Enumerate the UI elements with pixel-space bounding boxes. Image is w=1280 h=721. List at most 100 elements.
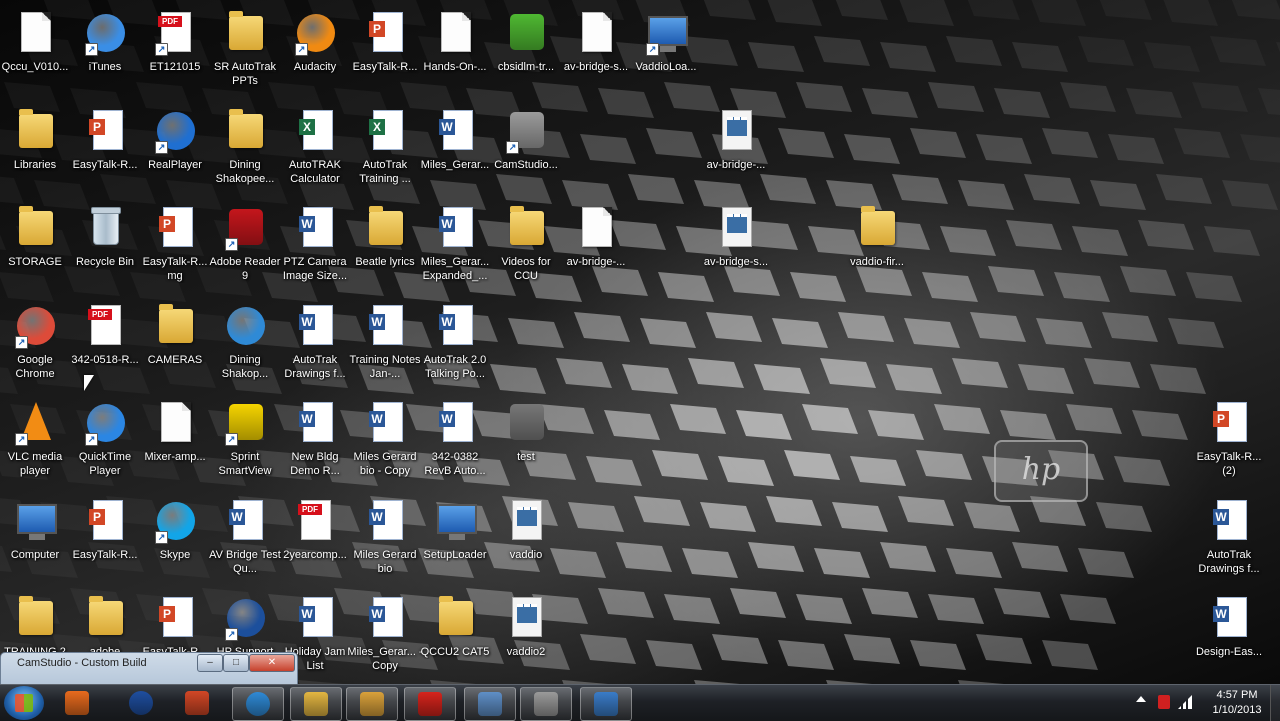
desktop-icon[interactable]: ↗ CamStudio... [488,104,564,196]
desktop-icon-label: STORAGE [8,256,62,268]
desktop-icon[interactable]: ↗ Adobe Reader 9 [207,201,283,293]
desktop-icon[interactable]: ↗ Google Chrome [0,299,73,391]
desktop-icon[interactable]: Beatle lyrics [347,201,423,293]
desktop-icon[interactable]: W Miles_Gerar... Expanded_... [417,201,493,293]
desktop-icon[interactable]: av-bridge-s... [558,6,634,98]
desktop-icon[interactable]: ↗ RealPlayer [137,104,213,196]
network-signal-icon[interactable] [1178,695,1192,709]
desktop-icon[interactable]: SR AutoTrak PPTs [207,6,283,98]
desktop-icon[interactable]: PDF ↗ ET121015 [137,6,213,98]
taskbar-button[interactable] [520,687,572,721]
clock[interactable]: 4:57 PM 1/10/2013 [1196,688,1278,718]
desktop-icon[interactable]: STORAGE [0,201,73,293]
taskbar-button[interactable] [232,687,284,721]
desktop-icon[interactable]: W PTZ Camera Image Size... [277,201,353,293]
desktop-icon[interactable]: W Miles_Gerar... - Copy [347,591,423,683]
wallpaper-tile [784,450,840,480]
document-icon [574,10,618,56]
desktop-icon[interactable]: PDF 2yearcomp... [277,494,353,586]
desktop-icon-label: av-bridge-... [706,159,766,171]
desktop-icon[interactable]: P EasyTalk-R... [67,494,143,586]
camstudio-minimized-window[interactable]: CamStudio - Custom Build – □ ✕ [0,652,298,686]
desktop-icon[interactable]: ↗ iTunes [67,6,143,98]
desktop-icon[interactable]: av-bridge-... [698,104,774,196]
desktop-icon[interactable]: Qccu_V010... [0,6,73,98]
folder-icon [363,205,407,251]
desktop-icon-label: CAMERAS [147,354,203,366]
desktop-icon[interactable]: ↗ Audacity [277,6,353,98]
desktop-icon[interactable]: Videos for CCU [488,201,564,293]
desktop-icon[interactable]: test [488,396,564,488]
desktop-icon[interactable]: W New Bldg Demo R... [277,396,353,488]
maximize-button[interactable]: □ [223,654,249,672]
desktop-icon[interactable]: cbsidlm-tr... [488,6,564,98]
desktop-icon[interactable]: ↗ Sprint SmartView [207,396,283,488]
internet-explorer-icon [246,692,270,716]
desktop-icon[interactable]: Computer [0,494,73,586]
taskbar-button[interactable] [290,687,342,721]
desktop-icon[interactable]: X AutoTrak Training ... [347,104,423,196]
desktop-icon[interactable]: W AutoTrak Drawings f... [277,299,353,391]
desktop-icon[interactable]: PDF 342-0518-R... [67,299,143,391]
desktop-icon[interactable]: W Miles Gerard bio - Copy [347,396,423,488]
shortcut-arrow-icon: ↗ [15,433,28,446]
minimize-button[interactable]: – [197,654,223,672]
desktop-icon[interactable]: W Training Notes Jan-... [347,299,423,391]
desktop-icon[interactable]: ↗ Skype [137,494,213,586]
desktop-icon[interactable]: Dining Shakop... [207,299,283,391]
wallpaper-tile [1096,502,1152,532]
desktop-icon[interactable]: ↗ VaddioLoa... [628,6,704,98]
document-icon [433,10,477,56]
wallpaper-tile [1000,410,1056,440]
folder-icon [433,595,477,641]
desktop-icon[interactable]: Recycle Bin [67,201,143,293]
desktop-icon[interactable]: Hands-On-... [417,6,493,98]
taskbar-button[interactable] [172,687,222,719]
wallpaper-tile [1012,542,1068,572]
wallpaper-tile [598,588,654,618]
desktop-icon[interactable]: P EasyTalk-R... [347,6,423,98]
desktop-icon[interactable]: W Miles Gerard bio [347,494,423,586]
desktop-icon[interactable]: ↗ QuickTime Player [67,396,143,488]
desktop-icon[interactable]: W Design-Eas... [1191,591,1267,683]
desktop-icon[interactable]: QCCU2 CAT5 [417,591,493,683]
desktop-icon[interactable]: P EasyTalk-R... (2) [1191,396,1267,488]
desktop-icon[interactable]: W AV Bridge Test Qu... [207,494,283,586]
taskbar-button[interactable] [52,687,102,719]
desktop-icon[interactable]: vaddio [488,494,564,586]
desktop-icon[interactable]: av-bridge-... [558,201,634,293]
desktop-icon[interactable]: W Miles_Gerar... [417,104,493,196]
desktop-icon[interactable]: SetupLoader [417,494,493,586]
desktop-icon[interactable]: vaddio2 [488,591,564,683]
wallpaper-tile [748,542,804,572]
desktop-icon[interactable]: Dining Shakopee... [207,104,283,196]
desktop-icon[interactable]: W AutoTrak Drawings f... [1191,494,1267,586]
taskbar-button[interactable] [464,687,516,721]
action-center-flag-icon[interactable] [1158,695,1170,709]
taskbar-button[interactable] [404,687,456,721]
show-desktop-button[interactable] [1270,685,1280,721]
wallpaper-tile [796,594,852,624]
taskbar-button[interactable] [580,687,632,721]
desktop-icon[interactable]: vaddio-fir... [839,201,915,293]
desktop-icon[interactable]: X AutoTRAK Calculator [277,104,353,196]
wallpaper-tile [946,36,1002,66]
desktop-icon-label: Miles_Gerar... Expanded_... [420,256,490,282]
desktop-icon[interactable]: P EasyTalk-R... mg [137,201,213,293]
desktop-icon[interactable]: CAMERAS [137,299,213,391]
desktop-icon[interactable]: Mixer-amp... [137,396,213,488]
wallpaper-tile [1150,364,1206,394]
show-hidden-icons-icon[interactable] [1136,696,1146,702]
taskbar-button[interactable] [346,687,398,721]
close-button[interactable]: ✕ [249,654,295,672]
desktop-icon[interactable]: W AutoTrak 2.0 Talking Po... [417,299,493,391]
avi-video-icon [504,498,548,544]
desktop-icon[interactable]: P EasyTalk-R... [67,104,143,196]
desktop-icon[interactable]: ↗ VLC media player [0,396,73,488]
wallpaper-tile [844,134,900,164]
start-button[interactable] [4,686,44,720]
taskbar-button[interactable] [116,687,166,719]
desktop-icon[interactable]: W 342-0382 RevB Auto... [417,396,493,488]
desktop-icon[interactable]: av-bridge-s... [698,201,774,293]
desktop-icon[interactable]: Libraries [0,104,73,196]
